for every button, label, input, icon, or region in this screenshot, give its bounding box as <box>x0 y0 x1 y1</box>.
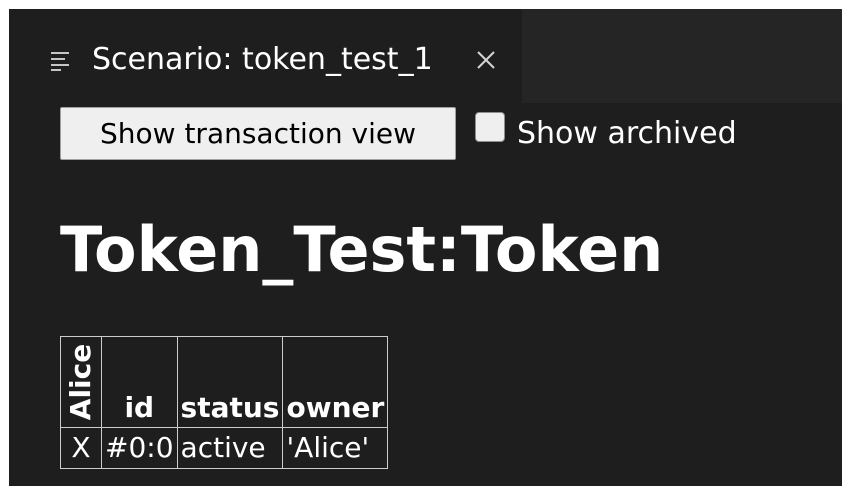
column-header-id: id <box>101 336 178 428</box>
column-header-status: status <box>176 336 284 428</box>
tab-bar: Scenario: token_test_1 <box>9 9 842 103</box>
contracts-table: Alice id status owner X #0:0 active 'Ali… <box>60 336 389 469</box>
show-archived-checkbox[interactable] <box>475 112 505 142</box>
cell-id: #0:0 <box>101 427 178 469</box>
scenario-view-window: Scenario: token_test_1 Show transaction … <box>9 9 842 486</box>
column-header-owner: owner <box>282 336 389 428</box>
list-icon <box>51 52 69 71</box>
cell-status: active <box>176 427 284 469</box>
tab-title: Scenario: token_test_1 <box>92 42 433 77</box>
close-icon[interactable] <box>475 49 497 71</box>
cell-owner: 'Alice' <box>282 427 389 469</box>
tab-scenario[interactable]: Scenario: token_test_1 <box>9 9 522 103</box>
table-header-row: Alice id status owner <box>60 336 389 428</box>
show-transaction-view-button[interactable]: Show transaction view <box>60 107 456 160</box>
show-archived-label[interactable]: Show archived <box>517 114 737 154</box>
table-row: X #0:0 active 'Alice' <box>60 427 389 469</box>
page-title: Token_Test:Token <box>60 213 664 286</box>
party-visibility-cell: X <box>60 427 102 469</box>
party-header-label: Alice <box>64 343 97 421</box>
party-column-header: Alice <box>60 336 102 428</box>
